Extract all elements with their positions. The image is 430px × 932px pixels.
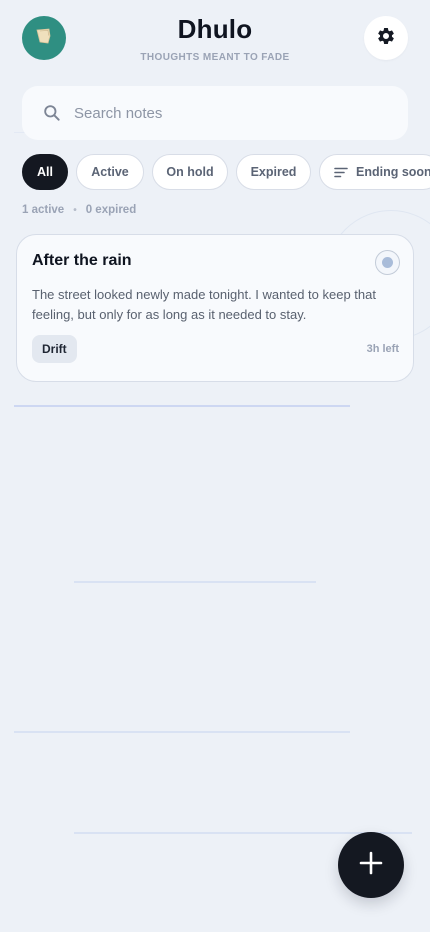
filter-chip-on-hold[interactable]: On hold <box>152 154 228 190</box>
app-subtitle: THOUGHTS MEANT TO FADE <box>140 52 290 63</box>
app-header: Dhulo THOUGHTS MEANT TO FADE <box>0 0 430 80</box>
background-line <box>74 581 316 583</box>
plus-icon <box>359 851 383 880</box>
note-title: After the rain <box>32 252 132 269</box>
filter-chip-expired[interactable]: Expired <box>236 154 311 190</box>
sort-chip-label: Ending soon <box>356 165 430 179</box>
search-input[interactable] <box>74 104 374 122</box>
sort-chip-ending-soon[interactable]: Ending soon <box>319 154 430 190</box>
status-dot-icon <box>382 257 393 268</box>
sort-lines-icon <box>334 167 348 178</box>
search-icon <box>42 103 62 123</box>
add-note-button[interactable] <box>338 832 404 898</box>
filter-chip-all[interactable]: All <box>22 154 68 190</box>
note-tag[interactable]: Drift <box>32 335 77 363</box>
note-body: The street looked newly made tonight. I … <box>32 287 376 322</box>
active-count: 1 active <box>22 204 65 216</box>
count-separator: • <box>73 204 77 216</box>
note-status-toggle[interactable] <box>375 250 400 275</box>
background-line <box>14 405 350 407</box>
filter-chip-active[interactable]: Active <box>76 154 144 190</box>
settings-button[interactable] <box>364 16 408 60</box>
note-card[interactable]: After the rain The street looked newly m… <box>16 234 414 382</box>
gear-icon <box>376 26 396 51</box>
search-bar[interactable] <box>22 86 408 140</box>
background-line <box>14 731 350 733</box>
note-counts: 1 active • 0 expired <box>22 204 136 216</box>
note-time-left: 3h left <box>366 343 399 355</box>
expired-count: 0 expired <box>85 204 137 216</box>
app-screen: Dhulo THOUGHTS MEANT TO FADE All Active … <box>0 0 430 932</box>
